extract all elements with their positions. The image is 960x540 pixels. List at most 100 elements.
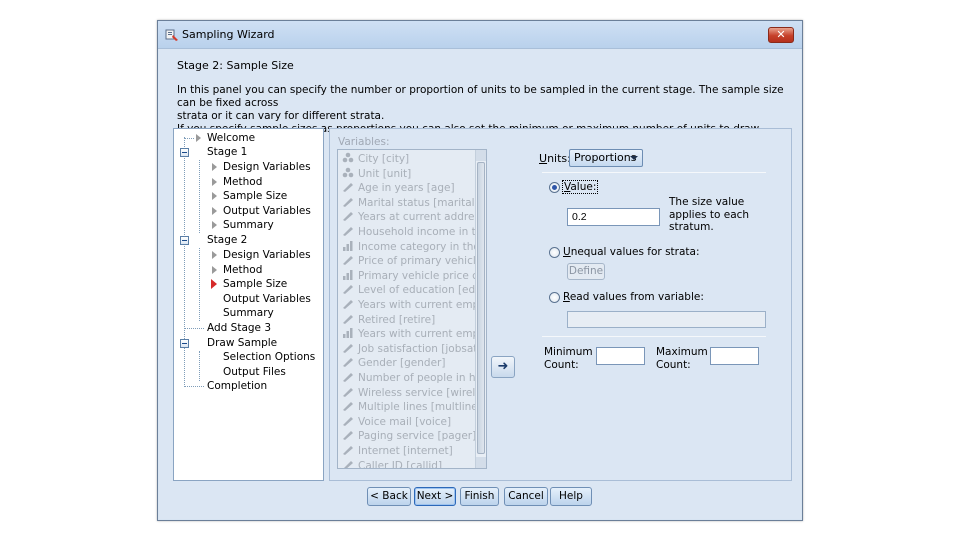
current-step-arrow-icon <box>211 279 217 289</box>
variables-list[interactable]: Caller ID [callid] Internet [internet] Pag… <box>337 149 487 469</box>
variable-label: Marital status [marital] <box>358 196 479 209</box>
nav-item-stage1-output-variables[interactable]: Output Variables <box>223 205 311 217</box>
variables-scrollbar[interactable] <box>475 150 486 468</box>
collapsed-arrow-icon <box>212 207 217 215</box>
scale-icon <box>343 256 353 266</box>
nav-item-stage2-design-variables[interactable]: Design Variables <box>223 249 311 261</box>
variable-list-item[interactable]: Caller ID [callid] <box>342 459 442 468</box>
nominal-icon <box>342 167 354 177</box>
variable-list-item[interactable]: Number of people in ho... <box>342 371 487 385</box>
nav-item-stage2-sample-size[interactable]: Sample Size <box>223 278 287 290</box>
value-radio[interactable] <box>549 182 560 193</box>
variable-list-item[interactable]: Level of education [ed] <box>342 283 479 297</box>
variable-label: Paging service [pager] <box>358 430 477 443</box>
nav-item-stage2[interactable]: Stage 2 <box>207 234 247 246</box>
variable-list-item[interactable]: Years at current address <box>342 210 485 224</box>
wizard-body: Stage 2: Sample Size In this panel you c… <box>159 49 801 519</box>
units-dropdown[interactable]: Proportions <box>569 149 643 167</box>
tree-connector <box>184 328 204 329</box>
nominal-icon <box>342 152 354 163</box>
variable-list-item[interactable]: Household income in th... <box>342 225 486 239</box>
variable-list-item[interactable]: Income category in thou... <box>342 240 486 254</box>
value-input[interactable] <box>567 208 660 226</box>
scale-icon <box>343 212 353 222</box>
nav-item-stage1-sample-size[interactable]: Sample Size <box>223 190 287 202</box>
variable-list-item[interactable]: Voice mail [voice] <box>342 415 451 429</box>
nav-item-draw-sample[interactable]: Draw Sample <box>207 337 277 349</box>
minimum-count-input[interactable] <box>596 347 645 365</box>
finish-button[interactable]: Finish <box>460 487 499 506</box>
scale-icon <box>343 300 353 309</box>
nav-item-completion[interactable]: Completion <box>207 380 267 392</box>
maximum-count-input[interactable] <box>710 347 759 365</box>
unequal-values-radio[interactable] <box>549 247 560 258</box>
variable-list-item[interactable]: Years with current empl... <box>342 327 487 341</box>
define-button[interactable]: Define <box>567 263 605 280</box>
collapsed-arrow-icon <box>212 163 217 171</box>
close-icon: ✕ <box>776 28 786 41</box>
scroll-up-arrow-icon[interactable] <box>476 150 486 161</box>
variable-label: Years at current address <box>358 211 486 224</box>
variable-list-item[interactable]: Unit [unit] <box>342 167 411 181</box>
variable-list-item[interactable]: Job satisfaction [jobsat] <box>342 342 482 356</box>
variable-label: Retired [retire] <box>358 313 436 326</box>
move-variable-button[interactable]: ➜ <box>491 356 515 378</box>
scale-icon <box>343 373 353 382</box>
variable-list-item[interactable]: Internet [internet] <box>342 444 453 458</box>
cancel-button[interactable]: Cancel <box>504 487 548 506</box>
collapse-draw-sample-icon[interactable] <box>180 339 189 348</box>
variable-list-item[interactable]: Price of primary vehicle ... <box>342 254 486 268</box>
value-radio-label: Value: <box>562 180 599 194</box>
collapse-stage1-icon[interactable] <box>180 148 189 157</box>
nav-item-add-stage3[interactable]: Add Stage 3 <box>207 322 271 334</box>
close-button[interactable]: ✕ <box>768 27 794 43</box>
nav-item-stage1[interactable]: Stage 1 <box>207 146 247 158</box>
variable-list-item[interactable]: Primary vehicle price ca... <box>342 269 486 283</box>
scroll-down-arrow-icon[interactable] <box>476 457 486 468</box>
nav-item-stage2-method[interactable]: Method <box>223 264 262 276</box>
variable-label: Multiple lines [multline] <box>358 401 482 414</box>
scale-icon <box>343 183 353 193</box>
collapse-stage2-icon[interactable] <box>180 236 189 245</box>
nav-item-stage1-summary[interactable]: Summary <box>223 219 274 231</box>
variable-list-item[interactable]: Marital status [marital] <box>342 196 479 210</box>
variable-list-item[interactable]: Age in years [age] <box>342 181 455 195</box>
nav-item-stage2-output-variables[interactable]: Output Variables <box>223 293 311 305</box>
nav-item-stage1-method[interactable]: Method <box>223 176 262 188</box>
collapsed-arrow-icon <box>212 178 217 186</box>
variable-label: Number of people in ho... <box>358 372 487 384</box>
variable-label: Years with current empl... <box>358 328 487 341</box>
nav-item-stage2-summary[interactable]: Summary <box>223 307 274 319</box>
scale-icon <box>343 402 353 412</box>
divider <box>542 336 766 337</box>
variable-list-item[interactable]: Gender [gender] <box>342 356 445 370</box>
variable-list-item[interactable]: City [city] <box>342 152 409 166</box>
scale-icon <box>343 416 353 426</box>
scroll-thumb[interactable] <box>477 162 485 454</box>
maximum-count-label: Maximum Count: <box>656 346 708 371</box>
variable-list-item[interactable]: Paging service [pager] <box>342 429 476 443</box>
variable-list-item[interactable]: Multiple lines [multline] <box>342 400 482 414</box>
units-label: Units: <box>539 152 571 165</box>
sample-size-panel: Variables: Caller ID [callid] Internet [i… <box>329 128 792 481</box>
variable-list-item[interactable]: Wireless service [wirele... <box>342 386 487 400</box>
variable-label: Wireless service [wirele... <box>358 386 487 399</box>
variables-label: Variables: <box>338 136 390 148</box>
page-title: Stage 2: Sample Size <box>177 59 294 72</box>
read-values-radio[interactable] <box>549 292 560 303</box>
help-button[interactable]: Help <box>550 487 592 506</box>
back-button[interactable]: < Back <box>367 487 411 506</box>
units-selected-value: Proportions <box>574 151 637 164</box>
variable-list-item[interactable]: Years with current empl... <box>342 298 486 312</box>
read-values-field[interactable] <box>567 311 766 328</box>
nav-item-output-files[interactable]: Output Files <box>223 366 286 378</box>
nav-item-stage1-design-variables[interactable]: Design Variables <box>223 161 311 173</box>
scale-icon <box>343 314 353 324</box>
nav-item-welcome[interactable]: Welcome <box>207 132 255 144</box>
variable-list-item[interactable]: Retired [retire] <box>342 313 435 327</box>
scale-icon <box>343 446 353 455</box>
next-button[interactable]: Next > <box>414 487 456 506</box>
collapsed-arrow-icon <box>212 192 217 200</box>
nav-item-selection-options[interactable]: Selection Options <box>223 351 315 363</box>
scale-icon <box>343 197 353 207</box>
